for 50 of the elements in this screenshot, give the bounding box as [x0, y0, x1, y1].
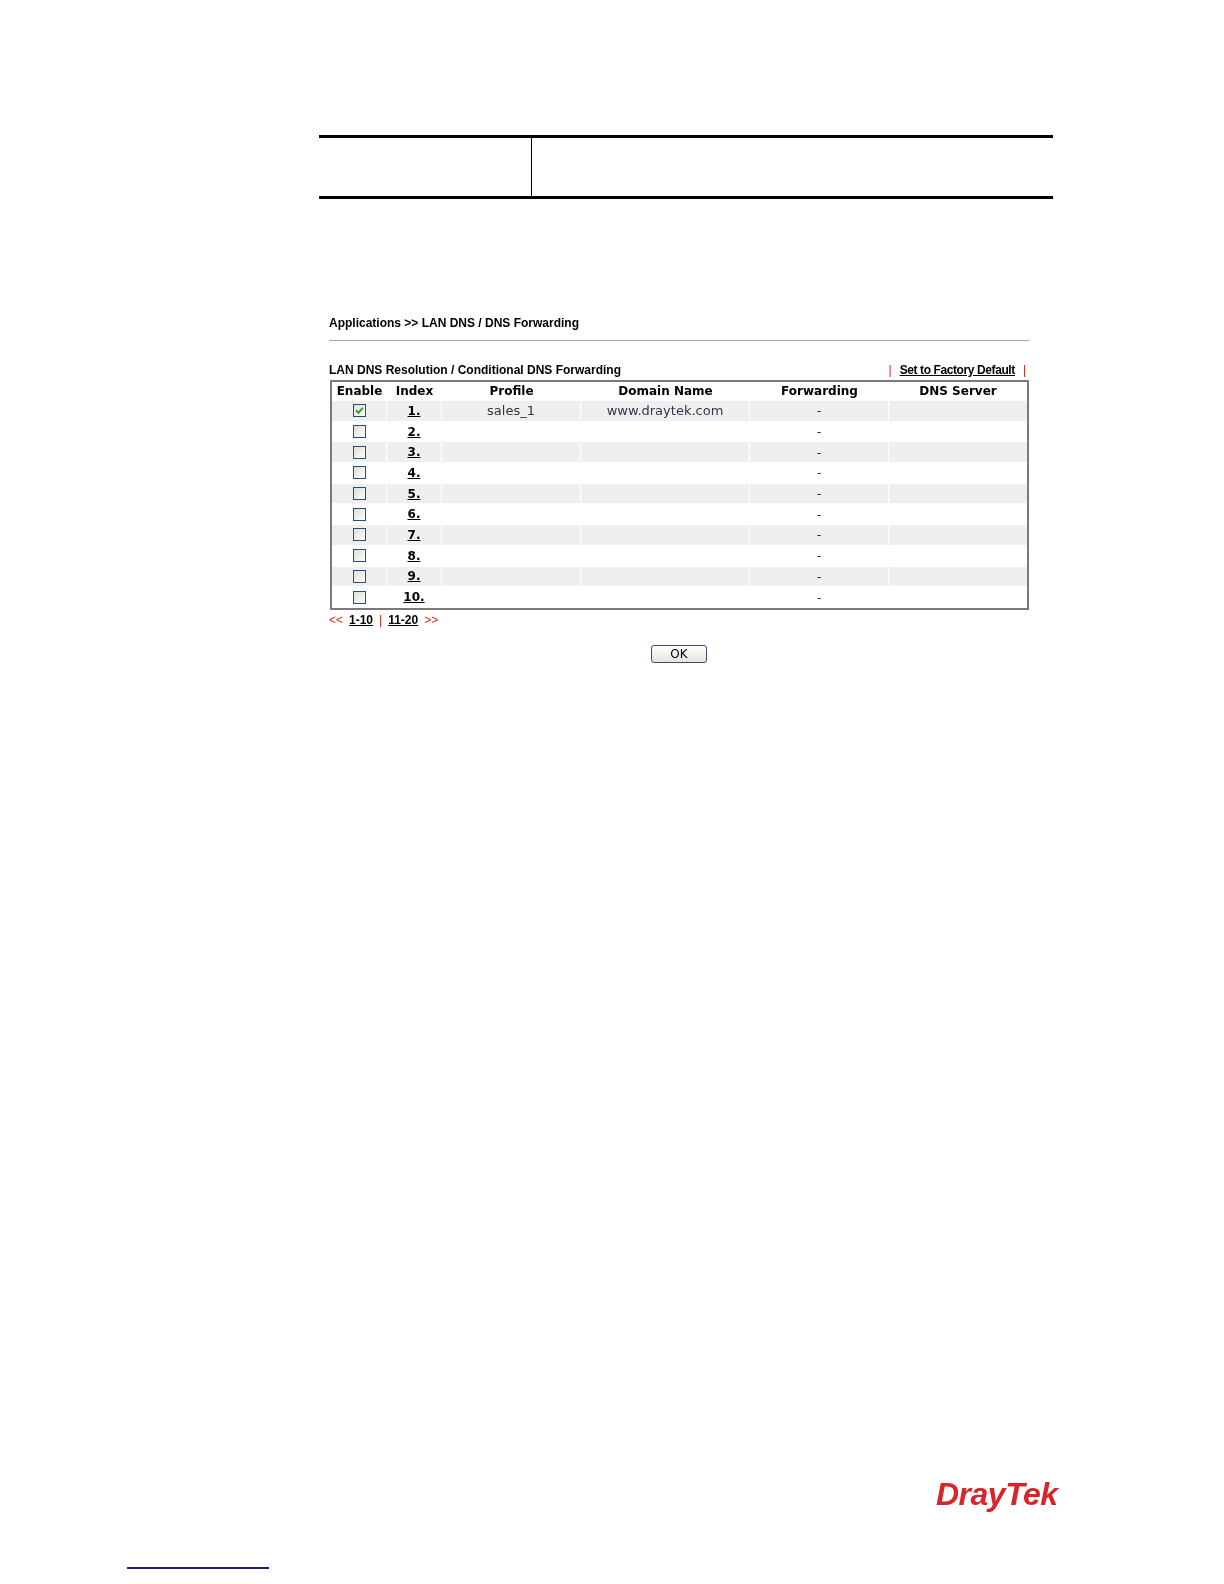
checkbox[interactable]	[352, 466, 366, 480]
profile-name: sales_1	[487, 403, 535, 419]
page-separator: |	[379, 612, 383, 627]
forwarding-value: -	[816, 486, 822, 502]
forwarding-value: -	[816, 444, 822, 460]
forwarding-value: -	[816, 424, 822, 440]
checkbox[interactable]	[352, 549, 366, 563]
next-page-link[interactable]: >>	[424, 612, 439, 627]
checkbox[interactable]	[352, 590, 366, 604]
index-link[interactable]: 9.	[407, 569, 421, 584]
column-header: Forwarding	[781, 384, 858, 398]
column-header: Profile	[489, 384, 534, 398]
checkbox[interactable]	[352, 404, 366, 418]
column-header: Index	[395, 384, 434, 398]
forwarding-value: -	[816, 548, 822, 564]
index-link[interactable]: 7.	[407, 527, 421, 542]
index-link[interactable]: 6.	[407, 507, 421, 522]
forwarding-value: -	[816, 506, 822, 522]
index-link[interactable]: 10.	[403, 590, 425, 605]
index-link[interactable]: 4.	[407, 465, 421, 480]
checkbox[interactable]	[352, 507, 366, 521]
forwarding-value: -	[816, 589, 822, 605]
factory-default-link[interactable]: Set to Factory Default	[899, 363, 1015, 377]
checkbox[interactable]	[352, 445, 366, 459]
checkbox[interactable]	[352, 569, 366, 583]
page-link[interactable]: 1-10	[349, 612, 374, 627]
domain-name: www.draytek.com	[606, 403, 724, 419]
link-separator: |	[1022, 363, 1026, 377]
checkbox[interactable]	[352, 487, 366, 501]
index-link[interactable]: 3.	[407, 445, 421, 460]
index-link[interactable]: 1.	[407, 403, 421, 418]
forwarding-value: -	[816, 465, 822, 481]
index-link[interactable]: 2.	[407, 424, 421, 439]
breadcrumb: Applications >> LAN DNS / DNS Forwarding	[329, 316, 581, 330]
section-title: LAN DNS Resolution / Conditional DNS Forwarding	[329, 363, 621, 377]
forwarding-value: -	[816, 568, 822, 584]
previous-page-link[interactable]: <<	[329, 612, 343, 627]
brand-logo: DrayTek	[936, 1477, 1058, 1510]
forwarding-value: -	[816, 527, 822, 543]
link-separator: |	[888, 363, 892, 377]
checkbox[interactable]	[352, 528, 366, 542]
column-header: DNS Server	[919, 384, 997, 398]
page-link[interactable]: 11-20	[388, 612, 419, 627]
column-header: Enable	[336, 384, 383, 398]
index-link[interactable]: 8.	[407, 548, 421, 563]
checkbox[interactable]	[352, 425, 366, 439]
column-header: Domain Name	[618, 384, 713, 398]
index-link[interactable]: 5.	[407, 486, 421, 501]
ok-button[interactable]: OK	[651, 644, 707, 663]
forwarding-value: -	[816, 403, 822, 419]
